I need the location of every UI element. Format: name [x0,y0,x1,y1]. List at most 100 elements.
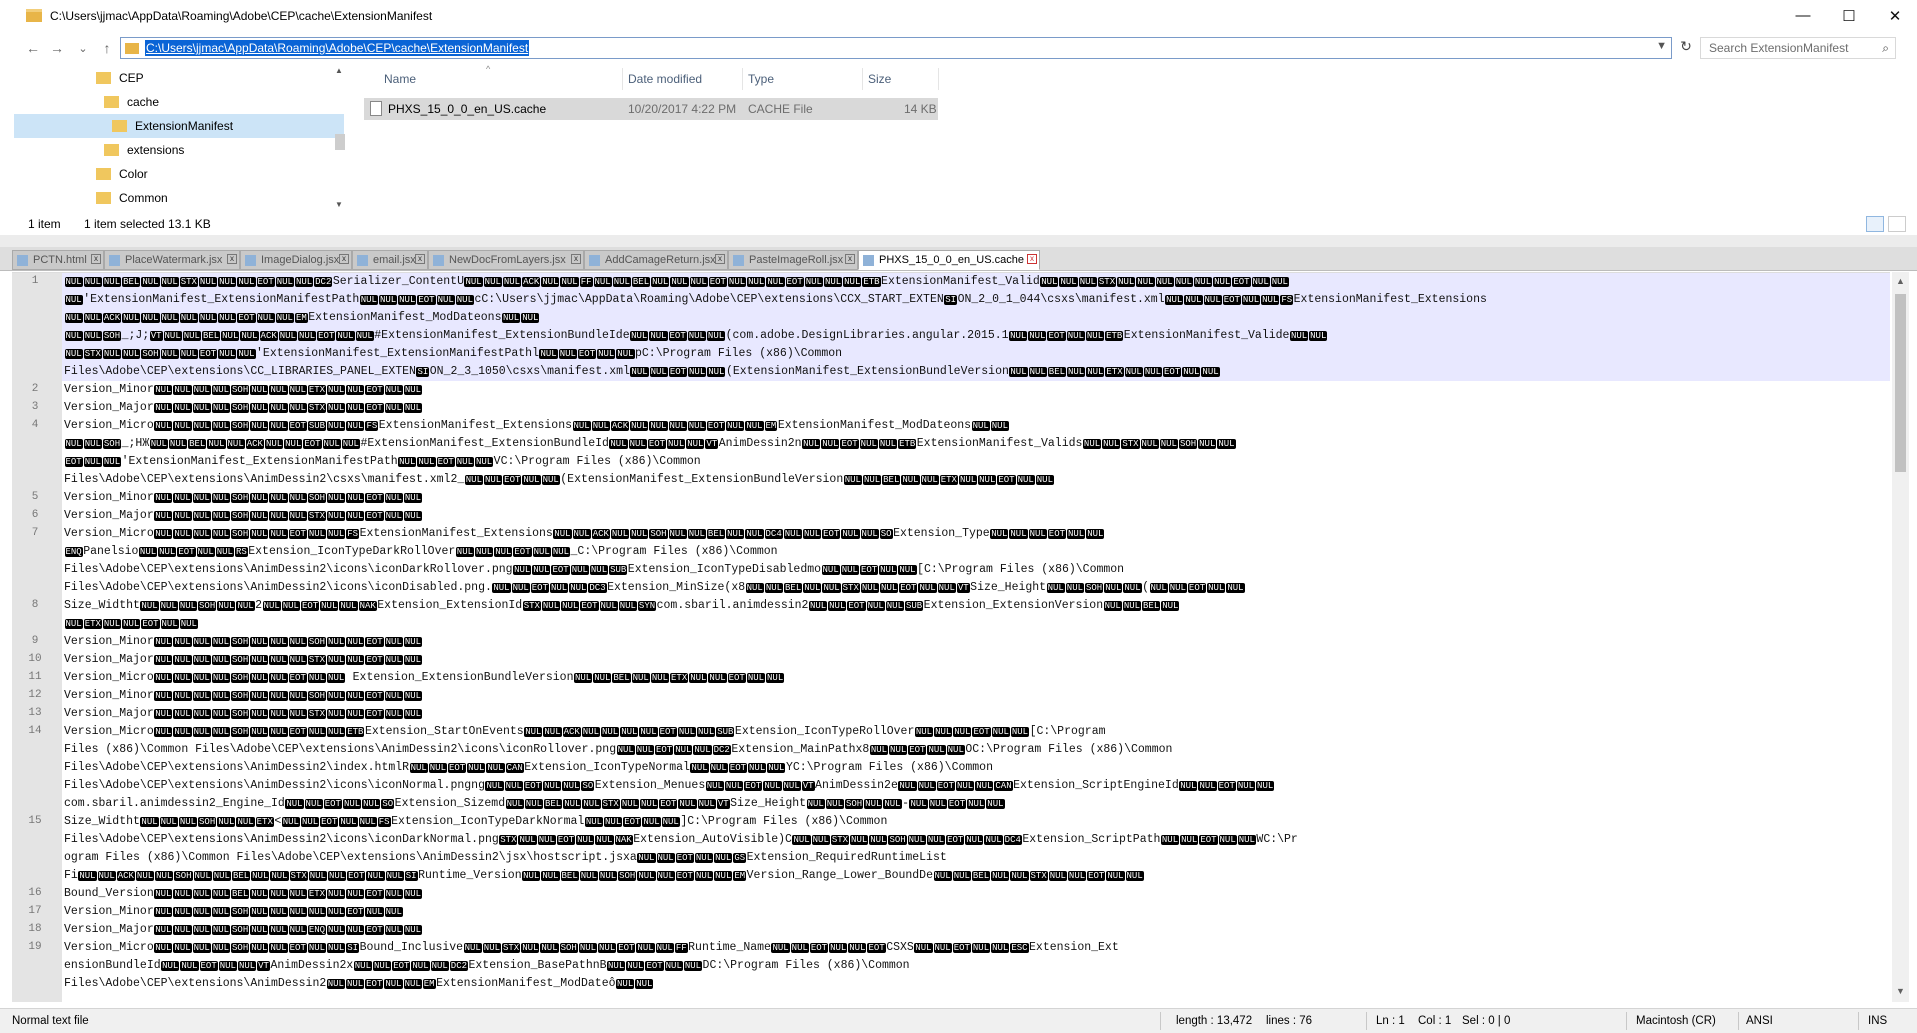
close-icon[interactable]: x [715,254,725,264]
column-header-size[interactable]: Size [868,72,891,86]
tree-item-label: extensions [127,143,185,157]
folder-icon [104,96,119,108]
file-icon [733,255,744,266]
minimize-button[interactable]: — [1780,0,1826,31]
up-button[interactable]: ↑ [96,40,118,56]
tab-phxs-cache[interactable]: PHXS_15_0_0_en_US.cache x [858,250,1040,270]
code-line: Files\Adobe\CEP\extensions\AnimDessin2\i… [64,581,1245,594]
tree-item-label: ExtensionManifest [135,119,234,133]
chevron-down-icon[interactable]: ▼ [335,200,343,209]
refresh-button[interactable]: ↻ [1676,38,1696,58]
code-line: Files\Adobe\CEP\extensions\CC_LIBRARIES_… [64,365,1220,378]
tab-email[interactable]: email.jsx x [352,250,428,270]
code-line: Version_Minor NUL NUL NUL NUL SOH NUL NUL NUL SOH… [64,689,423,702]
tab-imagedialog[interactable]: ImageDialog.jsx x [240,250,352,270]
tree-item-extensions[interactable]: extensions [14,138,344,162]
file-row[interactable]: PHXS_15_0_0_en_US.cache 10/20/2017 4:22 … [364,98,938,120]
code-line: com.sbaril.animdessin2_Engine_Id NUL NUL EO… [64,797,1005,810]
tab-label: AddCamageReturn.jsx [605,254,716,266]
tab-label: PHXS_15_0_0_en_US.cache [879,254,1024,266]
status-encoding: ANSI [1746,1015,1773,1027]
file-date: 10/20/2017 4:22 PM [628,102,737,116]
tab-label: PCTN.html [33,254,87,266]
code-line: ensionBundleId NUL NUL EOT NUL NUL VT AnimDessi… [64,959,910,972]
close-icon[interactable]: x [339,254,349,264]
column-separator [862,68,863,90]
code-line: Version_Major NUL NUL NUL NUL SOH NUL NUL NUL STX… [64,509,423,522]
search-icon[interactable]: ⌕ [1882,41,1889,56]
large-icons-view-icon[interactable] [1888,216,1906,232]
chevron-up-icon[interactable]: ▲ [335,66,343,75]
close-icon[interactable]: x [845,254,855,264]
address-bar-row: ← → ⌄ ↑ C:\Users\jjmac\AppData\Roaming\A… [0,34,1917,62]
address-path[interactable]: C:\Users\jjmac\AppData\Roaming\Adobe\CEP… [145,40,530,56]
chevron-up-icon[interactable]: ▲ [1892,276,1909,286]
code-line: Fi NUL NUL ACK NUL NUL SOH NUL NUL BEL NUL NUL STX NU… [64,869,1144,882]
status-separator [1160,1012,1161,1030]
status-length: length : 13,472 [1176,1015,1253,1027]
status-mode: INS [1868,1015,1888,1027]
close-icon[interactable]: x [227,254,237,264]
file-icon [433,255,444,266]
tree-item-color[interactable]: Color [14,162,344,186]
close-icon[interactable]: x [571,254,581,264]
tree-item-extensionmanifest[interactable]: ExtensionManifest [14,114,344,138]
back-button[interactable]: ← [22,40,44,56]
file-icon [357,255,368,266]
tree-item-cache[interactable]: cache [14,90,344,114]
line-number: 15 [28,815,42,827]
maximize-button[interactable]: ☐ [1826,0,1872,31]
editor-area[interactable]: 1 NUL NUL NUL BEL NUL NUL STX NUL NUL NUL EOT NUL NUL… [12,272,1890,1002]
column-header-type[interactable]: Type [748,72,774,86]
tree-scrollbar[interactable]: ▲ ▼ [332,64,348,214]
close-icon[interactable]: x [1027,254,1037,264]
status-separator [1738,1012,1739,1030]
line-number: 4 [31,419,39,431]
navigation-tree: CEP cache ExtensionManifest extensions C… [14,64,344,214]
status-sel: Sel : 0 | 0 [1462,1015,1511,1027]
scroll-thumb[interactable] [1895,294,1906,472]
tree-item-label: Common [119,191,168,205]
file-icon [245,255,256,266]
line-number: 17 [28,905,42,917]
status-separator [1626,1012,1627,1030]
file-icon [370,101,382,116]
code-line: Version_Major NUL NUL NUL NUL SOH NUL NUL NUL STX… [64,707,423,720]
column-header-date[interactable]: Date modified [628,72,702,86]
status-separator [1366,1012,1367,1030]
folder-icon [112,120,127,132]
status-filetype: Normal text file [12,1015,89,1027]
line-number: 7 [31,527,39,539]
tab-pctn[interactable]: PCTN.html x [12,250,104,270]
chevron-down-icon[interactable]: ▼ [1656,40,1667,52]
address-input[interactable]: C:\Users\jjmac\AppData\Roaming\Adobe\CEP… [120,37,1672,59]
code-line: Version_Micro NUL NUL NUL NUL SOH NUL NUL EOT NUL… [64,527,1105,540]
close-icon[interactable]: x [91,254,101,264]
tree-item-cep[interactable]: CEP [14,66,344,90]
search-input[interactable]: Search ExtensionManifest ⌕ [1700,37,1896,59]
details-view-icon[interactable] [1866,216,1884,232]
code-line: Files\Adobe\CEP\extensions\AnimDessin2\i… [64,563,1125,576]
window-title: C:\Users\jjmac\AppData\Roaming\Adobe\CEP… [50,8,433,23]
close-icon[interactable]: x [415,254,425,264]
column-separator [742,68,743,90]
code-line: Version_Micro NUL NUL NUL NUL SOH NUL NUL EOT NUL… [64,941,1119,954]
column-header-name[interactable]: Name [384,72,416,86]
tab-placewatermark[interactable]: PlaceWatermark.jsx x [104,250,240,270]
file-name: PHXS_15_0_0_en_US.cache [388,102,547,116]
chevron-down-icon[interactable]: ▼ [1892,986,1909,996]
tab-addcamagereturn[interactable]: AddCamageReturn.jsx x [584,250,728,270]
code-line: NUL NUL NUL BEL NUL NUL STX NUL NUL NUL EOT NUL NUL D… [64,275,1289,288]
code-line: NUL ETX NUL NUL EOT NUL NUL [64,619,198,629]
tab-newdocfromlayers[interactable]: NewDocFromLayers.jsx x [428,250,584,270]
tree-item-common[interactable]: Common [14,186,344,210]
tab-pasteimageroll[interactable]: PasteImageRoll.jsx x [728,250,858,270]
code-line: Files (x86)\Common Files\Adobe\CEP\exten… [64,743,1173,756]
tree-item-label: Color [119,167,148,181]
line-number: 14 [28,725,42,737]
tree-scroll-thumb[interactable] [335,134,345,150]
close-button[interactable]: ✕ [1872,0,1917,31]
forward-button[interactable]: → [46,40,68,56]
recent-locations-button[interactable]: ⌄ [72,42,94,55]
editor-scrollbar[interactable]: ▲ ▼ [1892,272,1909,1002]
